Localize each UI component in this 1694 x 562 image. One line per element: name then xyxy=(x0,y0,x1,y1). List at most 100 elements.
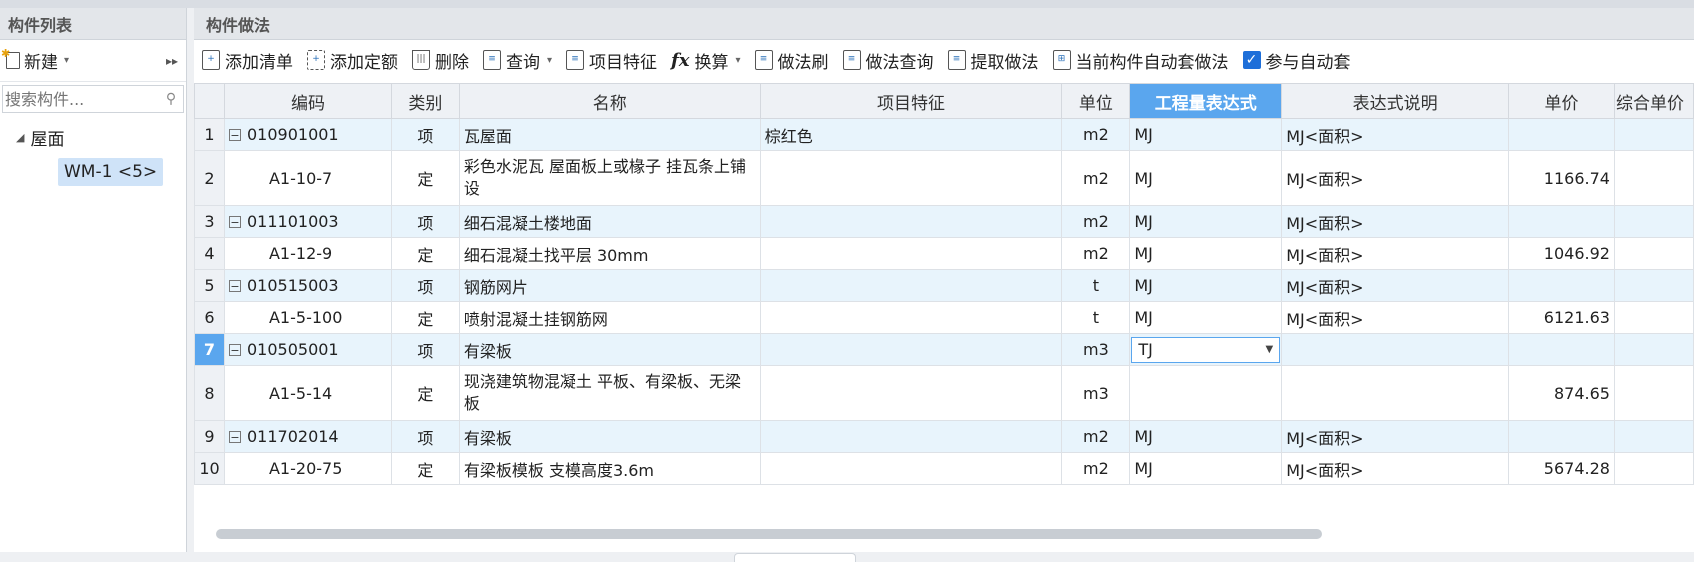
cell-code[interactable]: A1-20-75 xyxy=(223,452,392,485)
table-row[interactable]: 2 A1-10-7 定 彩色水泥瓦 屋面板上或椽子 挂瓦条上铺设 m2 MJ M… xyxy=(194,150,1694,206)
cell-code[interactable]: −010505001 xyxy=(223,333,392,366)
col-header-feature[interactable]: 项目特征 xyxy=(759,83,1063,119)
cell-unit[interactable]: t xyxy=(1061,301,1131,334)
cell-feature[interactable] xyxy=(759,420,1063,453)
col-header-price[interactable]: 单价 xyxy=(1508,83,1615,119)
cell-expression-desc[interactable]: MJ<面积> xyxy=(1281,205,1509,238)
query-button[interactable]: ≡ 查询 ▾ xyxy=(483,48,552,73)
cell-code[interactable]: A1-5-100 xyxy=(223,301,392,334)
tree-node-wm1[interactable]: WM-1 <5> xyxy=(58,158,164,186)
cell-expression[interactable] xyxy=(1129,365,1283,421)
col-header-expression[interactable]: 工程量表达式 xyxy=(1129,83,1283,119)
cell-composite-price[interactable] xyxy=(1613,237,1694,270)
col-header-expression-desc[interactable]: 表达式说明 xyxy=(1281,83,1509,119)
cell-expression[interactable]: MJ xyxy=(1129,150,1283,206)
cell-feature[interactable] xyxy=(759,269,1063,302)
extract-method-button[interactable]: ≡ 提取做法 xyxy=(947,48,1039,73)
cell-price[interactable] xyxy=(1508,269,1615,302)
horizontal-scrollbar[interactable] xyxy=(216,529,1322,539)
cell-feature[interactable] xyxy=(759,205,1063,238)
bottom-tab[interactable] xyxy=(734,553,856,562)
cell-type[interactable]: 项 xyxy=(390,118,460,151)
row-number[interactable]: 8 xyxy=(194,365,225,421)
table-row[interactable]: 4 A1-12-9 定 细石混凝土找平层 30mm m2 MJ MJ<面积> 1… xyxy=(194,237,1694,270)
cell-type[interactable]: 定 xyxy=(390,365,460,421)
cell-type[interactable]: 项 xyxy=(390,333,460,366)
cell-feature[interactable] xyxy=(759,237,1063,270)
expression-editor[interactable]: TJ ▼ xyxy=(1131,336,1281,363)
cell-name[interactable]: 有梁板 xyxy=(458,420,761,453)
search-icon[interactable]: ⚲ xyxy=(159,91,183,107)
cell-price[interactable]: 1166.74 xyxy=(1508,150,1615,206)
delete-button[interactable]: ||| 删除 xyxy=(412,48,469,73)
collapse-icon[interactable]: − xyxy=(228,128,241,141)
cell-expression-desc[interactable]: MJ<面积> xyxy=(1281,118,1509,151)
cell-price[interactable] xyxy=(1508,420,1615,453)
row-number[interactable]: 7 xyxy=(194,333,225,366)
cell-feature[interactable] xyxy=(759,150,1063,206)
cell-expression-editing[interactable]: TJ ▼ xyxy=(1129,333,1283,366)
cell-name[interactable]: 现浇建筑物混凝土 平板、有梁板、无梁板 xyxy=(458,365,761,421)
cell-type[interactable]: 定 xyxy=(390,150,460,206)
col-header-composite-price[interactable]: 综合单价 xyxy=(1613,83,1694,119)
cell-type[interactable]: 定 xyxy=(390,301,460,334)
cell-name[interactable]: 有梁板模板 支模高度3.6m xyxy=(458,452,761,485)
cell-price[interactable]: 6121.63 xyxy=(1508,301,1615,334)
cell-expression-desc[interactable] xyxy=(1281,333,1509,366)
cell-unit[interactable]: m2 xyxy=(1061,205,1131,238)
cell-name[interactable]: 彩色水泥瓦 屋面板上或椽子 挂瓦条上铺设 xyxy=(458,150,761,206)
cell-price[interactable]: 874.65 xyxy=(1508,365,1615,421)
table-row[interactable]: 8 A1-5-14 定 现浇建筑物混凝土 平板、有梁板、无梁板 m3 874.6… xyxy=(194,365,1694,421)
cell-feature[interactable] xyxy=(759,452,1063,485)
collapse-icon[interactable]: − xyxy=(228,279,241,292)
cell-type[interactable]: 定 xyxy=(390,452,460,485)
cell-price[interactable] xyxy=(1508,118,1615,151)
cell-expression-desc[interactable] xyxy=(1281,365,1509,421)
col-header-type[interactable]: 类别 xyxy=(390,83,460,119)
cell-expression[interactable]: MJ xyxy=(1129,452,1283,485)
col-header-unit[interactable]: 单位 xyxy=(1061,83,1131,119)
cell-unit[interactable]: m2 xyxy=(1061,420,1131,453)
cell-name[interactable]: 有梁板 xyxy=(458,333,761,366)
cell-type[interactable]: 项 xyxy=(390,420,460,453)
cell-composite-price[interactable] xyxy=(1613,452,1694,485)
row-number[interactable]: 4 xyxy=(194,237,225,270)
cell-unit[interactable]: m3 xyxy=(1061,365,1131,421)
cell-expression-desc[interactable]: MJ<面积> xyxy=(1281,301,1509,334)
more-options-icon[interactable]: ▸▸ xyxy=(166,54,178,68)
cell-composite-price[interactable] xyxy=(1613,118,1694,151)
col-header-name[interactable]: 名称 xyxy=(458,83,761,119)
collapse-icon[interactable]: − xyxy=(228,430,241,443)
cell-unit[interactable]: m2 xyxy=(1061,237,1131,270)
col-header-code[interactable]: 编码 xyxy=(223,83,392,119)
cell-composite-price[interactable] xyxy=(1613,333,1694,366)
cell-type[interactable]: 项 xyxy=(390,205,460,238)
collapse-icon[interactable]: − xyxy=(228,343,241,356)
table-row[interactable]: 5 −010515003 项 钢筋网片 t MJ MJ<面积> xyxy=(194,269,1694,302)
row-number[interactable]: 3 xyxy=(194,205,225,238)
table-row[interactable]: 1 −010901001 项 瓦屋面 棕红色 m2 MJ MJ<面积> xyxy=(194,118,1694,151)
cell-feature[interactable] xyxy=(759,365,1063,421)
cell-unit[interactable]: t xyxy=(1061,269,1131,302)
row-number[interactable]: 6 xyxy=(194,301,225,334)
cell-type[interactable]: 定 xyxy=(390,237,460,270)
cell-composite-price[interactable] xyxy=(1613,269,1694,302)
row-number[interactable]: 10 xyxy=(194,452,225,485)
cell-expression[interactable]: MJ xyxy=(1129,205,1283,238)
method-brush-button[interactable]: ≡ 做法刷 xyxy=(754,48,829,73)
cell-code[interactable]: −010901001 xyxy=(223,118,392,151)
cell-composite-price[interactable] xyxy=(1613,205,1694,238)
cell-name[interactable]: 细石混凝土楼地面 xyxy=(458,205,761,238)
table-row[interactable]: 3 −011101003 项 细石混凝土楼地面 m2 MJ MJ<面积> xyxy=(194,205,1694,238)
cell-expression[interactable]: MJ xyxy=(1129,269,1283,302)
cell-unit[interactable]: m2 xyxy=(1061,150,1131,206)
tree-expand-icon[interactable]: ◢ xyxy=(16,131,24,144)
cell-unit[interactable]: m2 xyxy=(1061,118,1131,151)
participate-auto-checkbox[interactable]: ✓ 参与自动套 xyxy=(1242,48,1351,73)
cell-unit[interactable]: m2 xyxy=(1061,452,1131,485)
add-quota-button[interactable]: + 添加定额 xyxy=(307,48,398,73)
cell-price[interactable] xyxy=(1508,205,1615,238)
cell-code[interactable]: A1-10-7 xyxy=(223,150,392,206)
cell-expression-desc[interactable]: MJ<面积> xyxy=(1281,452,1509,485)
add-list-button[interactable]: + 添加清单 xyxy=(202,48,293,73)
